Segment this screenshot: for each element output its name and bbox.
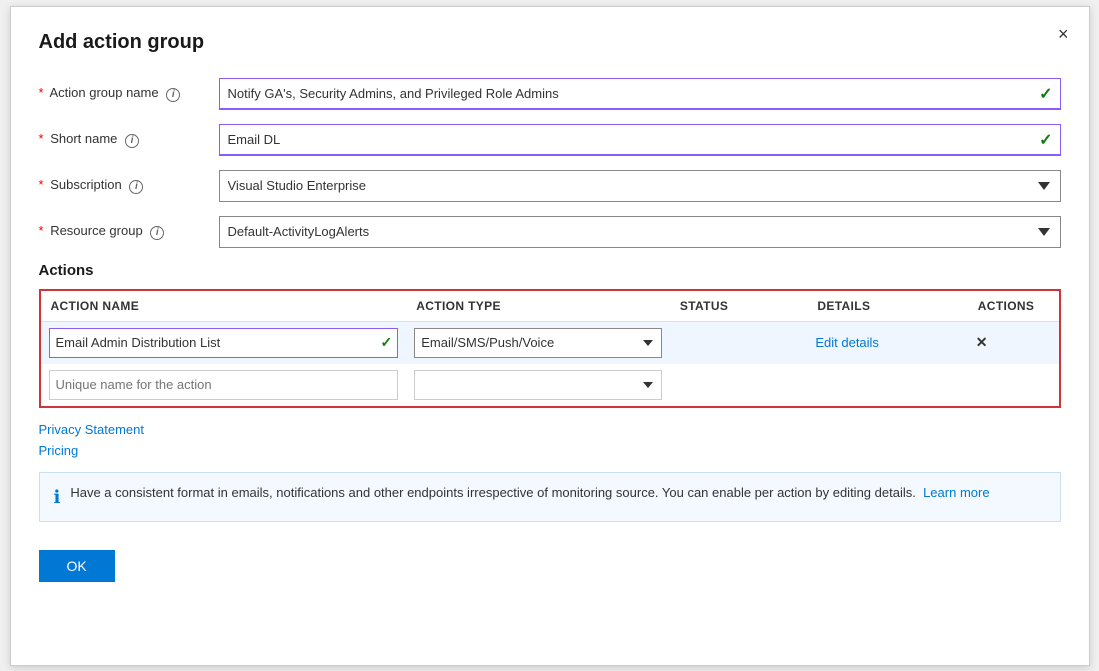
subscription-label: * Subscription i <box>39 177 219 194</box>
required-star-4: * <box>39 223 44 238</box>
col-header-status: STATUS <box>670 290 808 322</box>
action-remove-cell: ✕ <box>968 321 1060 364</box>
edit-details-link[interactable]: Edit details <box>815 335 879 350</box>
dialog-title: Add action group <box>39 31 1061 54</box>
dialog-footer: OK <box>39 550 1061 582</box>
info-bar-message: Have a consistent format in emails, noti… <box>70 483 989 503</box>
short-name-info-icon[interactable]: i <box>125 134 139 148</box>
action-type-cell: Email/SMS/Push/Voice Azure Function Logi… <box>406 321 670 364</box>
short-name-row: * Short name i ✓ <box>39 124 1061 156</box>
new-action-type-select[interactable]: Email/SMS/Push/Voice Azure Function Logi… <box>414 370 662 400</box>
action-group-name-info-icon[interactable]: i <box>166 88 180 102</box>
privacy-statement-link[interactable]: Privacy Statement <box>39 422 1061 437</box>
required-star-2: * <box>39 131 44 146</box>
learn-more-link[interactable]: Learn more <box>923 485 989 500</box>
subscription-select[interactable]: Visual Studio Enterprise Pay-As-You-Go <box>219 170 1061 202</box>
action-group-name-checkmark: ✓ <box>1039 84 1052 104</box>
action-group-name-input-wrap: ✓ <box>219 78 1061 110</box>
table-row: ✓ Email/SMS/Push/Voice Azure Function Lo… <box>40 321 1060 364</box>
new-action-status-cell <box>670 364 808 407</box>
col-header-action-type: ACTION TYPE <box>406 290 670 322</box>
new-action-details-cell <box>807 364 967 407</box>
actions-table: ACTION NAME ACTION TYPE STATUS DETAILS A… <box>39 289 1061 408</box>
action-name-cell: ✓ <box>40 321 407 364</box>
action-name-checkmark: ✓ <box>381 334 393 351</box>
short-name-checkmark: ✓ <box>1039 130 1052 150</box>
new-action-actions-cell <box>968 364 1060 407</box>
new-action-type-cell: Email/SMS/Push/Voice Azure Function Logi… <box>406 364 670 407</box>
action-name-input[interactable] <box>49 328 399 358</box>
action-group-name-row: * Action group name i ✓ <box>39 78 1061 110</box>
ok-button[interactable]: OK <box>39 550 115 582</box>
required-star-3: * <box>39 177 44 192</box>
action-group-name-input[interactable] <box>219 78 1061 110</box>
col-header-action-name: ACTION NAME <box>40 290 407 322</box>
actions-section-title: Actions <box>39 262 1061 279</box>
resource-group-row: * Resource group i Default-ActivityLogAl… <box>39 216 1061 248</box>
new-action-name-cell <box>40 364 407 407</box>
remove-action-button[interactable]: ✕ <box>976 334 988 351</box>
action-group-name-label: * Action group name i <box>39 85 219 102</box>
short-name-input-wrap: ✓ <box>219 124 1061 156</box>
short-name-input[interactable] <box>219 124 1061 156</box>
new-action-row: Email/SMS/Push/Voice Azure Function Logi… <box>40 364 1060 407</box>
links-section: Privacy Statement Pricing <box>39 422 1061 458</box>
subscription-info-icon[interactable]: i <box>129 180 143 194</box>
resource-group-select[interactable]: Default-ActivityLogAlerts Create new <box>219 216 1061 248</box>
info-bar-icon: ℹ <box>54 484 61 511</box>
action-name-input-wrap: ✓ <box>49 328 399 358</box>
action-type-select[interactable]: Email/SMS/Push/Voice Azure Function Logi… <box>414 328 662 358</box>
subscription-row: * Subscription i Visual Studio Enterpris… <box>39 170 1061 202</box>
action-status-cell <box>670 321 808 364</box>
action-details-cell: Edit details <box>807 321 967 364</box>
col-header-actions: ACTIONS <box>968 290 1060 322</box>
col-header-details: DETAILS <box>807 290 967 322</box>
short-name-label: * Short name i <box>39 131 219 148</box>
info-bar: ℹ Have a consistent format in emails, no… <box>39 472 1061 522</box>
resource-group-label: * Resource group i <box>39 223 219 240</box>
add-action-group-dialog: Add action group × * Action group name i… <box>10 6 1090 666</box>
required-star: * <box>39 85 44 100</box>
pricing-link[interactable]: Pricing <box>39 443 1061 458</box>
table-header-row: ACTION NAME ACTION TYPE STATUS DETAILS A… <box>40 290 1060 322</box>
new-action-name-input[interactable] <box>49 370 399 400</box>
resource-group-info-icon[interactable]: i <box>150 226 164 240</box>
close-button[interactable]: × <box>1058 25 1069 43</box>
